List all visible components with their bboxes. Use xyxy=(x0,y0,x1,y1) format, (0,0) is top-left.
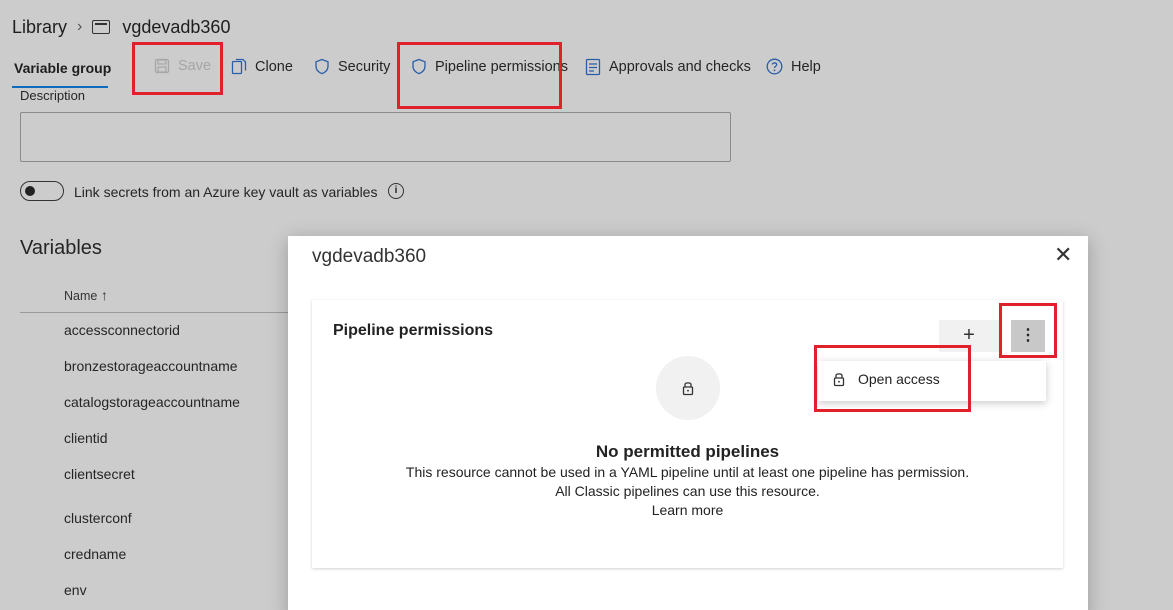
variable-row[interactable]: clientsecret xyxy=(64,466,135,482)
empty-state-line1: This resource cannot be used in a YAML p… xyxy=(405,464,970,480)
variable-row[interactable]: bronzestorageaccountname xyxy=(64,358,238,374)
pipeline-permissions-dialog: vgdevadb360 ✕ Pipeline permissions + ⋮ O… xyxy=(288,236,1088,610)
description-label: Description xyxy=(20,88,86,103)
lock-placeholder xyxy=(656,356,720,420)
empty-state-title: No permitted pipelines xyxy=(595,442,780,461)
tab-variable-group[interactable]: Variable group xyxy=(14,60,111,76)
shield-icon xyxy=(315,58,329,75)
checklist-icon xyxy=(585,58,601,76)
approvals-checks-button[interactable]: Approvals and checks xyxy=(585,58,751,76)
variable-row[interactable]: credname xyxy=(64,546,126,562)
keyvault-toggle[interactable] xyxy=(20,181,64,201)
variables-heading: Variables xyxy=(20,237,102,259)
info-icon[interactable]: i xyxy=(388,183,404,199)
variable-row[interactable]: env xyxy=(64,582,87,598)
clone-label: Clone xyxy=(255,59,293,75)
breadcrumb-library-link[interactable]: Library xyxy=(12,17,67,38)
variable-row[interactable]: catalogstorageaccountname xyxy=(64,394,240,410)
dialog-title: vgdevadb360 xyxy=(312,246,427,267)
column-header-name[interactable]: Name ↑ xyxy=(64,287,108,303)
close-icon[interactable]: ✕ xyxy=(1054,244,1072,266)
security-button[interactable]: Security xyxy=(314,58,390,75)
section-title: Pipeline permissions xyxy=(333,322,494,339)
variable-row[interactable]: accessconnectorid xyxy=(64,322,180,338)
highlight-save xyxy=(132,42,223,95)
approvals-label: Approvals and checks xyxy=(609,59,751,75)
column-header-name-label: Name xyxy=(64,289,98,303)
sort-ascending-icon: ↑ xyxy=(100,287,108,303)
variable-row[interactable]: clusterconf xyxy=(64,510,132,526)
pipeline-permissions-card: Pipeline permissions + ⋮ Open access No … xyxy=(312,300,1063,568)
highlight-open-access xyxy=(814,345,971,412)
highlight-more-options xyxy=(999,303,1057,358)
empty-state-line2: All Classic pipelines can use this resou… xyxy=(555,483,820,499)
library-variable-group-icon xyxy=(92,20,111,34)
help-label: Help xyxy=(791,58,821,75)
clone-button[interactable]: Clone xyxy=(231,58,293,76)
keyvault-toggle-label: Link secrets from an Azure key vault as … xyxy=(74,184,378,200)
column-divider xyxy=(20,312,290,313)
lock-icon xyxy=(682,382,694,396)
breadcrumb: Library › vgdevadb360 xyxy=(12,14,230,40)
description-field[interactable] xyxy=(20,112,731,162)
chevron-right-icon: › xyxy=(77,18,83,35)
variable-row[interactable]: clientid xyxy=(64,430,108,446)
security-label: Security xyxy=(338,58,391,75)
learn-more-link[interactable]: Learn more xyxy=(312,502,1063,518)
breadcrumb-current: vgdevadb360 xyxy=(122,16,231,37)
clone-icon xyxy=(231,58,247,75)
help-button[interactable]: Help xyxy=(766,58,821,75)
highlight-pipeline-permissions xyxy=(397,42,562,109)
help-icon xyxy=(766,58,783,75)
